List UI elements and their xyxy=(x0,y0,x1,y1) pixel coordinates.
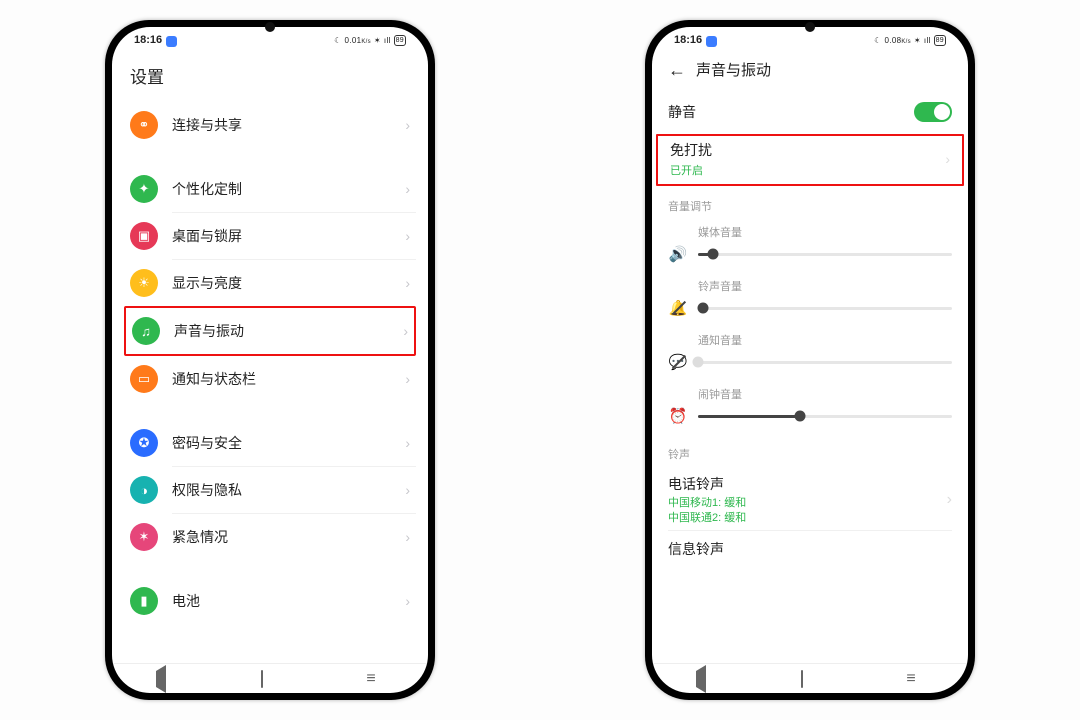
alarm-volume-track[interactable] xyxy=(698,415,952,418)
palette-icon: ✦ xyxy=(130,175,158,203)
slider-media-volume[interactable]: 媒体音量 🔊 xyxy=(652,218,968,272)
screen-sound: 18:16 ☾ 0.08K/s ✶ ıll 89 ← 声音与振动 静音 xyxy=(652,27,968,693)
chevron-right-icon: › xyxy=(405,181,410,197)
camera-notch xyxy=(805,22,815,32)
camera-notch xyxy=(265,22,275,32)
ring-mute-icon: 🔔 xyxy=(668,298,688,318)
status-indicators: ☾ 0.08K/s ✶ ıll 89 xyxy=(874,35,946,46)
chevron-right-icon: › xyxy=(405,371,410,387)
signal-icon: ıll xyxy=(384,36,391,45)
back-button[interactable]: ← xyxy=(668,61,686,79)
alarm-icon: ⏰ xyxy=(668,406,688,426)
row-home-lock[interactable]: ▣ 桌面与锁屏 › xyxy=(124,213,416,259)
slider-ring-volume[interactable]: 铃声音量 🔔 xyxy=(652,272,968,326)
slider-alarm-volume[interactable]: 闹钟音量 ⏰ xyxy=(652,380,968,434)
row-permission-privacy[interactable]: ◑ 权限与隐私 › xyxy=(124,467,416,513)
chevron-right-icon: › xyxy=(947,491,952,509)
status-time: 18:16 xyxy=(674,34,702,46)
privacy-icon: ◑ xyxy=(130,476,158,504)
slider-notification-volume: 通知音量 💬 xyxy=(652,326,968,380)
row-do-not-disturb[interactable]: 免打扰 已开启 › xyxy=(670,140,950,178)
chevron-right-icon: › xyxy=(405,593,410,609)
row-message-ringtone[interactable]: 信息铃声 xyxy=(652,531,968,563)
row-personalization[interactable]: ✦ 个性化定制 › xyxy=(124,166,416,212)
moon-icon: ☾ xyxy=(334,36,341,45)
notify-mute-icon: 💬 xyxy=(668,352,688,372)
battery-icon: 89 xyxy=(934,35,946,46)
wifi-icon: ✶ xyxy=(374,36,381,45)
row-connect-share[interactable]: ⚭ 连接与共享 › xyxy=(124,102,416,148)
nav-back-button[interactable] xyxy=(696,671,714,687)
nav-back-button[interactable] xyxy=(156,671,174,687)
chevron-right-icon: › xyxy=(405,482,410,498)
nav-recents-button[interactable]: ≡ xyxy=(906,671,924,687)
nav-home-button[interactable] xyxy=(261,671,279,687)
media-volume-track[interactable] xyxy=(698,253,952,256)
chevron-right-icon: › xyxy=(405,228,410,244)
phone-sound: 18:16 ☾ 0.08K/s ✶ ıll 89 ← 声音与振动 静音 xyxy=(645,20,975,700)
settings-list: ⚭ 连接与共享 › ✦ 个性化定制 › ▣ 桌面与锁屏 › xyxy=(112,102,428,624)
settings-content: 设置 ⚭ 连接与共享 › ✦ 个性化定制 › ▣ 桌面与锁屏 › xyxy=(112,53,428,663)
page-title: 设置 xyxy=(112,53,428,102)
chevron-right-icon: › xyxy=(405,275,410,291)
row-phone-ringtone[interactable]: 电话铃声 中国移动1: 缓和 中国联通2: 缓和 › xyxy=(652,466,968,530)
row-notification-statusbar[interactable]: ▭ 通知与状态栏 › xyxy=(124,356,416,402)
sound-icon: ♫ xyxy=(132,317,160,345)
row-emergency[interactable]: ✶ 紧急情况 › xyxy=(124,514,416,560)
status-app-badge-icon xyxy=(166,36,177,47)
nav-home-button[interactable] xyxy=(801,671,819,687)
screen-settings: 18:16 ☾ 0.01K/s ✶ ıll 89 设置 ⚭ 连接与共享 › xyxy=(112,27,428,693)
section-volume: 音量调节 xyxy=(652,186,968,218)
battery-icon: 89 xyxy=(394,35,406,46)
page-title: 声音与振动 xyxy=(696,59,771,80)
home-lock-icon: ▣ xyxy=(130,222,158,250)
highlight-sound-vibration: ♫ 声音与振动 › xyxy=(124,306,416,356)
sound-content: ← 声音与振动 静音 免打扰 已开启 › 音量调节 媒体音量 xyxy=(652,53,968,663)
highlight-dnd: 免打扰 已开启 › xyxy=(656,134,964,186)
row-sound-vibration[interactable]: ♫ 声音与振动 › xyxy=(126,308,414,354)
silent-toggle[interactable] xyxy=(914,102,952,122)
chevron-right-icon: › xyxy=(405,435,410,451)
chevron-right-icon: › xyxy=(405,529,410,545)
ring-volume-track[interactable] xyxy=(698,307,952,310)
nav-recents-button[interactable]: ≡ xyxy=(366,671,384,687)
row-display-brightness[interactable]: ☀ 显示与亮度 › xyxy=(124,260,416,306)
notification-volume-track xyxy=(698,361,952,364)
status-time: 18:16 xyxy=(134,34,162,46)
status-indicators: ☾ 0.01K/s ✶ ıll 89 xyxy=(334,35,406,46)
chevron-right-icon: › xyxy=(405,117,410,133)
battery-icon: ▮ xyxy=(130,587,158,615)
status-app-badge-icon xyxy=(706,36,717,47)
nav-bar: ≡ xyxy=(112,663,428,693)
wifi-icon: ✶ xyxy=(914,36,921,45)
chevron-right-icon: › xyxy=(945,151,950,167)
row-battery[interactable]: ▮ 电池 › xyxy=(124,578,416,624)
security-icon: ✪ xyxy=(130,429,158,457)
sos-icon: ✶ xyxy=(130,523,158,551)
brightness-icon: ☀ xyxy=(130,269,158,297)
speaker-icon: 🔊 xyxy=(668,244,688,264)
share-icon: ⚭ xyxy=(130,111,158,139)
phone-settings: 18:16 ☾ 0.01K/s ✶ ıll 89 设置 ⚭ 连接与共享 › xyxy=(105,20,435,700)
nav-bar: ≡ xyxy=(652,663,968,693)
signal-icon: ıll xyxy=(924,36,931,45)
row-password-security[interactable]: ✪ 密码与安全 › xyxy=(124,420,416,466)
section-ringtone: 铃声 xyxy=(652,434,968,466)
chevron-right-icon: › xyxy=(403,323,408,339)
row-silent-mode[interactable]: 静音 xyxy=(652,90,968,134)
notification-icon: ▭ xyxy=(130,365,158,393)
moon-icon: ☾ xyxy=(874,36,881,45)
